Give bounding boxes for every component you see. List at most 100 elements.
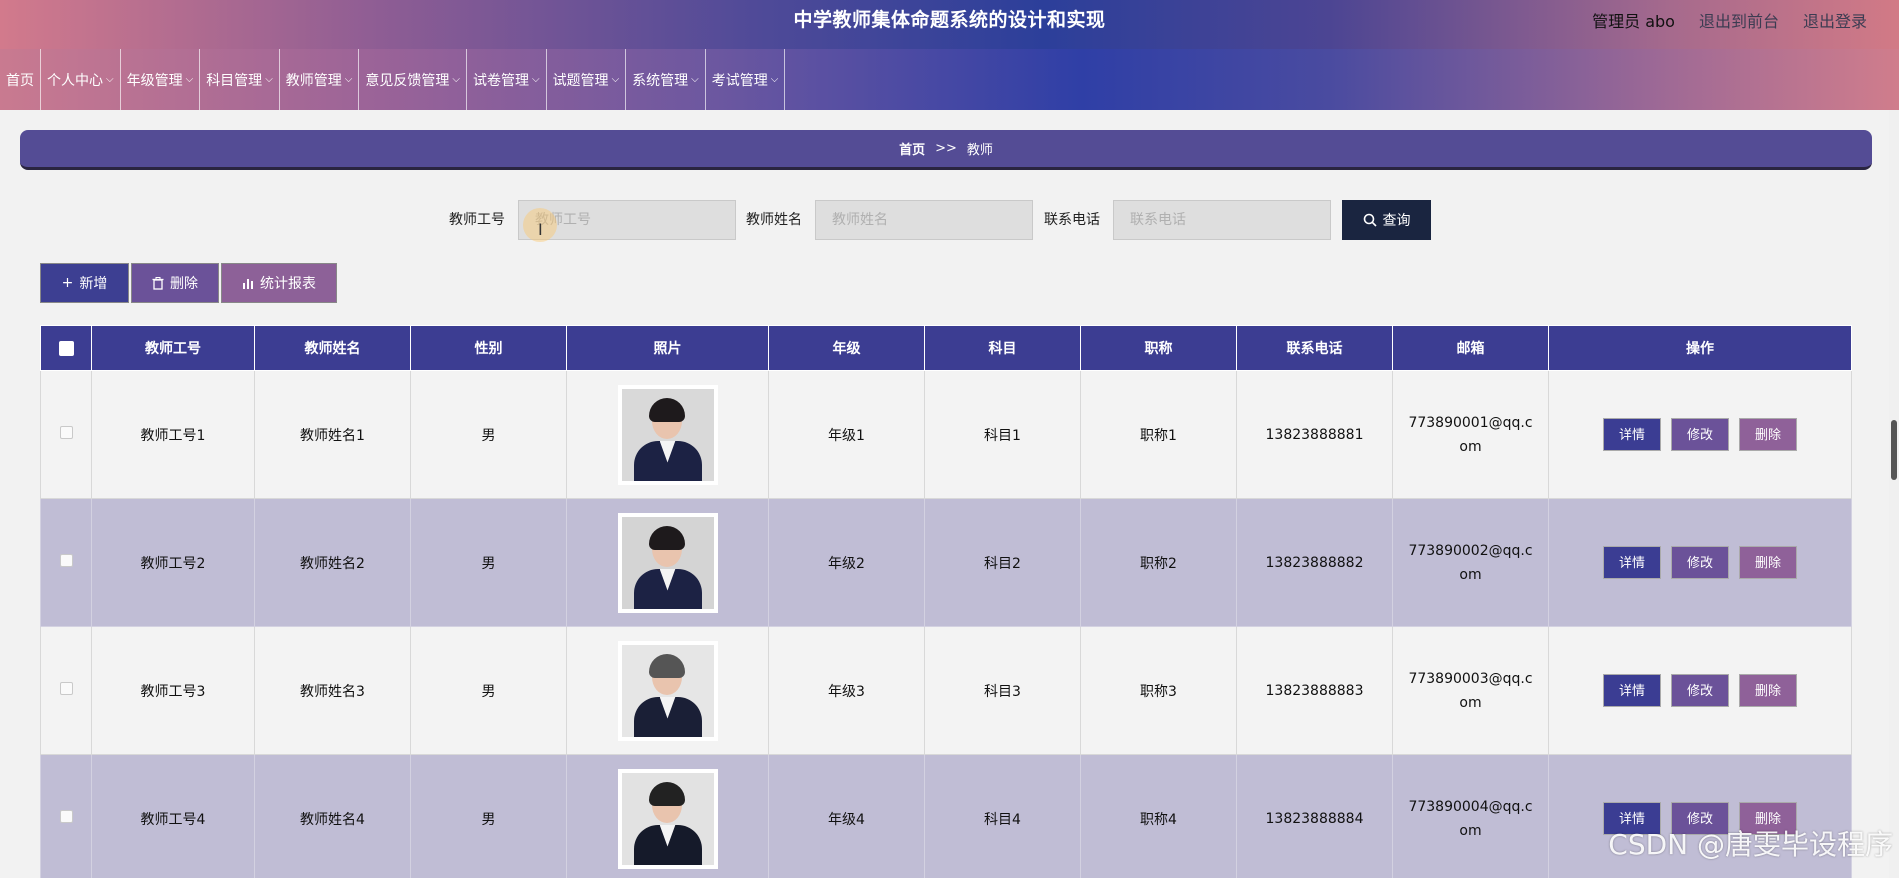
edit-button[interactable]: 修改 <box>1671 546 1729 579</box>
cell-subject: 科目3 <box>924 626 1081 755</box>
cell-grade: 年级1 <box>768 370 925 499</box>
nav-item-2[interactable]: 年级管理 ⌵ <box>121 49 201 110</box>
bulk-delete-label: 删除 <box>170 276 198 292</box>
top-right-links: 管理员 abo 退出到前台 退出登录 <box>1592 0 1867 40</box>
cell-email: 773890003@qq.com <box>1392 626 1549 755</box>
delete-button[interactable]: 删除 <box>1739 418 1797 451</box>
back-to-front-link[interactable]: 退出到前台 <box>1699 8 1779 32</box>
nav-item-label: 意见反馈管理 <box>365 72 450 89</box>
row-select-cell[interactable] <box>40 498 92 627</box>
row-checkbox[interactable] <box>59 426 73 439</box>
nav-item-1[interactable]: 个人中心 ⌵ <box>41 49 121 110</box>
search-form: 教师工号 教师姓名 联系电话 查询 <box>0 200 1899 240</box>
nav-item-label: 科目管理 <box>206 72 263 89</box>
scrollbar-thumb[interactable] <box>1891 420 1897 480</box>
nav-item-8[interactable]: 系统管理 ⌵ <box>626 49 706 110</box>
chevron-down-icon: ⌵ <box>770 74 779 85</box>
search-icon <box>1363 213 1377 227</box>
cell-id: 教师工号1 <box>91 370 255 499</box>
cell-operations: 详情 修改 删除 <box>1548 498 1852 627</box>
row-checkbox[interactable] <box>59 554 73 567</box>
add-button[interactable]: + 新增 <box>40 263 129 303</box>
row-select-cell[interactable] <box>40 370 92 499</box>
column-header-5: 科目 <box>924 325 1081 371</box>
nav-item-7[interactable]: 试题管理 ⌵ <box>547 49 627 110</box>
nav-item-label: 试卷管理 <box>472 72 529 89</box>
watermark: CSDN @唐雯毕设程序 <box>1608 828 1893 861</box>
phone-label: 联系电话 <box>1044 212 1100 228</box>
row-select-cell[interactable] <box>40 626 92 755</box>
cell-name: 教师姓名1 <box>254 370 411 499</box>
vertical-scrollbar[interactable] <box>1889 110 1899 878</box>
detail-button[interactable]: 详情 <box>1603 418 1661 451</box>
nav-item-9[interactable]: 考试管理 ⌵ <box>706 49 786 110</box>
table-row: 教师工号1 教师姓名1 男 年级1 科目1 职称1 13823888881 773890001… <box>40 370 1852 499</box>
chevron-down-icon: ⌵ <box>265 74 273 85</box>
cell-email: 773890004@qq.com <box>1392 754 1549 878</box>
report-button-label: 统计报表 <box>260 276 316 292</box>
select-all-cell[interactable] <box>40 325 92 371</box>
detail-button[interactable]: 详情 <box>1603 674 1661 707</box>
cell-phone: 13823888882 <box>1236 498 1393 627</box>
top-header: 中学教师集体命题系统的设计和实现 管理员 abo 退出到前台 退出登录 <box>0 0 1899 49</box>
nav-item-6[interactable]: 试卷管理 ⌵ <box>467 49 547 110</box>
column-header-9: 操作 <box>1548 325 1852 371</box>
teacher-id-label: 教师工号 <box>449 212 505 228</box>
trash-icon <box>152 276 164 290</box>
cell-photo <box>566 370 769 499</box>
teacher-photo <box>617 512 718 613</box>
bulk-delete-button[interactable]: 删除 <box>131 263 219 303</box>
nav-item-0[interactable]: 首页 <box>0 49 41 110</box>
column-header-6: 职称 <box>1080 325 1237 371</box>
column-header-8: 邮箱 <box>1392 325 1549 371</box>
teacher-name-label: 教师姓名 <box>746 212 802 228</box>
edit-button[interactable]: 修改 <box>1671 674 1729 707</box>
table-row: 教师工号4 教师姓名4 男 年级4 科目4 职称4 13823888884 773890004… <box>40 754 1852 878</box>
cell-gender: 男 <box>410 754 567 878</box>
nav-item-label: 年级管理 <box>126 72 183 89</box>
chevron-down-icon: ⌵ <box>344 74 353 85</box>
cell-name: 教师姓名3 <box>254 626 411 755</box>
bar-chart-icon <box>243 279 253 289</box>
breadcrumb-current: 教师 <box>966 143 993 158</box>
delete-button[interactable]: 删除 <box>1739 674 1797 707</box>
row-checkbox[interactable] <box>59 682 73 695</box>
cell-subject: 科目2 <box>924 498 1081 627</box>
table-actions: + 新增 删除 统计报表 <box>40 263 337 303</box>
plus-icon: + <box>61 275 74 291</box>
query-button[interactable]: 查询 <box>1342 200 1431 240</box>
nav-item-label: 教师管理 <box>285 72 342 89</box>
phone-input[interactable] <box>1113 200 1331 240</box>
cell-phone: 13823888881 <box>1236 370 1393 499</box>
cell-phone: 13823888884 <box>1236 754 1393 878</box>
report-button[interactable]: 统计报表 <box>221 263 337 303</box>
cell-title: 职称4 <box>1080 754 1237 878</box>
chevron-down-icon: ⌵ <box>531 74 540 85</box>
chevron-down-icon: ⌵ <box>185 74 194 85</box>
cell-grade: 年级2 <box>768 498 925 627</box>
detail-button[interactable]: 详情 <box>1603 546 1661 579</box>
teacher-name-input[interactable] <box>815 200 1033 240</box>
chevron-down-icon: ⌵ <box>691 74 699 85</box>
column-header-0: 教师工号 <box>91 325 255 371</box>
cell-phone: 13823888883 <box>1236 626 1393 755</box>
select-all-checkbox[interactable] <box>58 340 74 356</box>
nav-item-5[interactable]: 意见反馈管理 ⌵ <box>359 49 467 110</box>
nav-item-4[interactable]: 教师管理 ⌵ <box>280 49 360 110</box>
edit-button[interactable]: 修改 <box>1671 418 1729 451</box>
nav-item-3[interactable]: 科目管理 ⌵ <box>200 49 280 110</box>
cell-id: 教师工号4 <box>91 754 255 878</box>
row-select-cell[interactable] <box>40 754 92 878</box>
row-checkbox[interactable] <box>59 810 73 823</box>
cell-gender: 男 <box>410 498 567 627</box>
column-header-4: 年级 <box>768 325 925 371</box>
main-nav: 首页 个人中心 ⌵ 年级管理 ⌵ 科目管理 ⌵ 教师管理 ⌵ 意见反馈管理 ⌵ 试卷管理 ⌵ 试题管理 ⌵ 系… <box>0 49 1899 110</box>
logout-link[interactable]: 退出登录 <box>1803 8 1867 32</box>
delete-button[interactable]: 删除 <box>1739 546 1797 579</box>
breadcrumb-home[interactable]: 首页 <box>899 139 925 158</box>
nav-item-label: 个人中心 <box>47 72 103 89</box>
cell-operations: 详情 修改 删除 <box>1548 626 1852 755</box>
cell-title: 职称3 <box>1080 626 1237 755</box>
query-button-label: 查询 <box>1382 212 1411 228</box>
table-row: 教师工号3 教师姓名3 男 年级3 科目3 职称3 13823888883 773890003… <box>40 626 1852 755</box>
